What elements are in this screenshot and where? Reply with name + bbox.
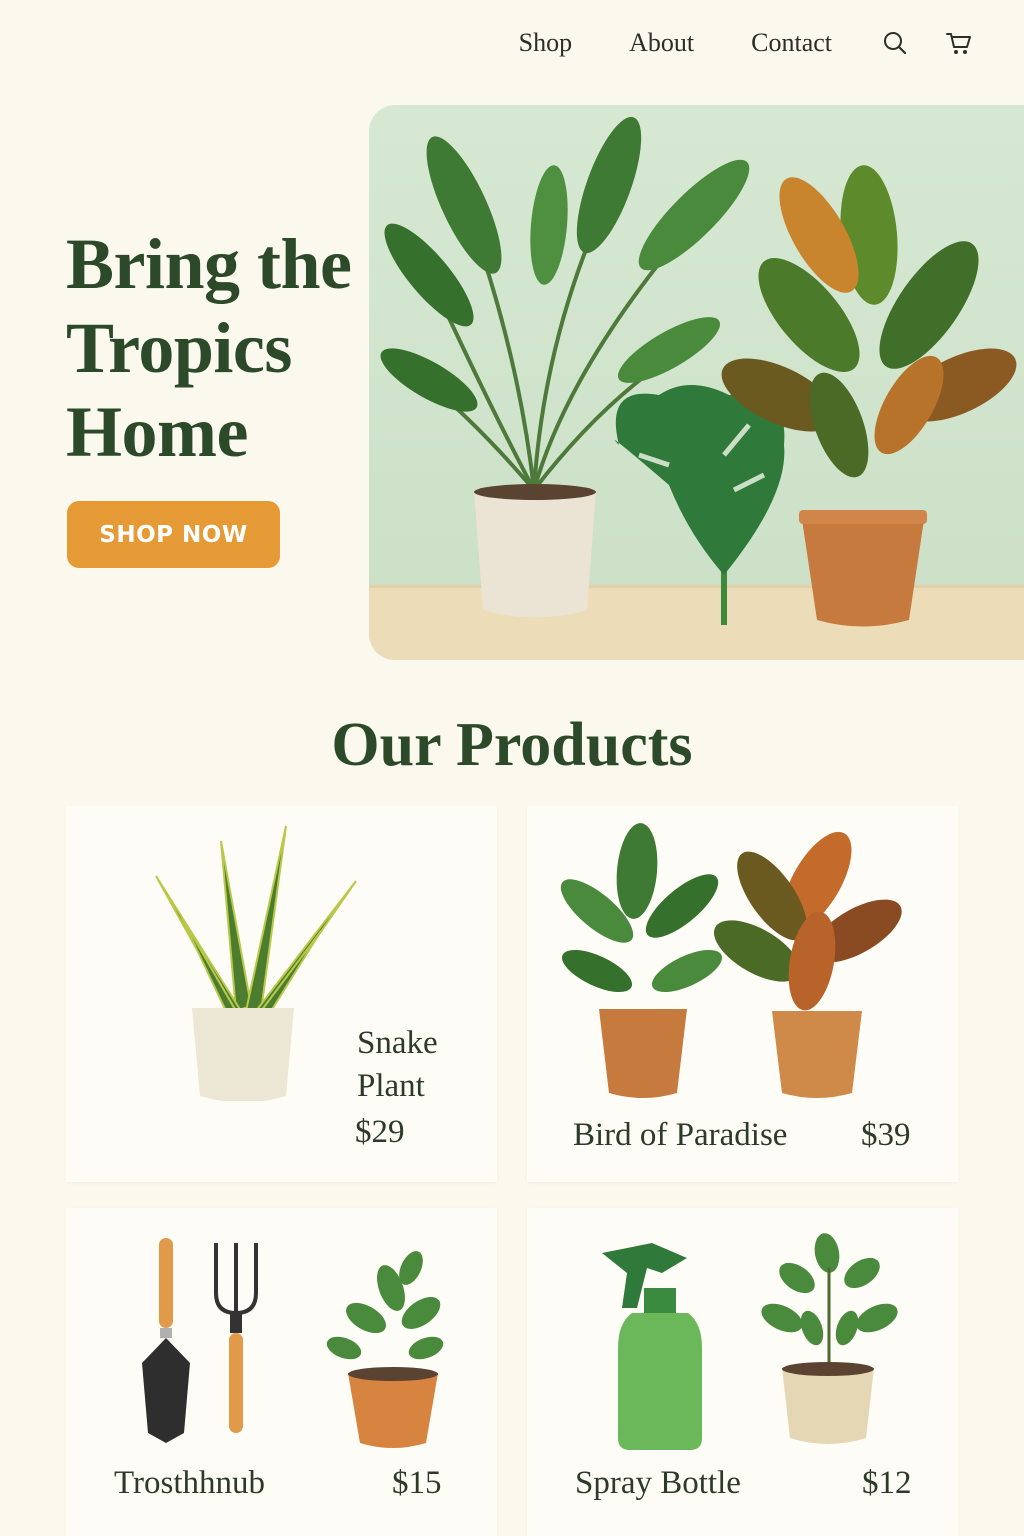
nav-link-contact[interactable]: Contact xyxy=(751,28,832,58)
shop-now-button[interactable]: SHOP NOW xyxy=(67,501,280,568)
spray-bottle-image xyxy=(602,1233,898,1450)
main-nav: Shop About Contact xyxy=(519,28,974,58)
product-name: Bird of Paradise xyxy=(573,1117,788,1153)
product-card-trosthhnub[interactable]: Trosthhnub $15 xyxy=(66,1208,497,1536)
bird-of-paradise-image xyxy=(560,823,902,1098)
product-name: Snake Plant xyxy=(357,1025,438,1104)
garden-tools-image xyxy=(142,1238,444,1448)
product-price: $29 xyxy=(355,1114,405,1150)
product-price: $39 xyxy=(861,1117,911,1153)
snake-plant-image xyxy=(155,825,357,1101)
search-icon[interactable] xyxy=(880,28,910,58)
product-card-spray-bottle[interactable]: Spray Bottle $12 xyxy=(527,1208,958,1536)
nav-link-shop[interactable]: Shop xyxy=(519,28,572,58)
product-price: $15 xyxy=(392,1465,442,1501)
nav-link-about[interactable]: About xyxy=(629,28,694,58)
product-card-bird-of-paradise[interactable]: Bird of Paradise $39 xyxy=(527,806,958,1182)
hero-title: Bring the Tropics Home xyxy=(66,224,352,472)
product-price: $12 xyxy=(862,1465,912,1501)
product-card-snake-plant[interactable]: Snake Plant $29 xyxy=(66,806,497,1182)
product-name: Spray Bottle xyxy=(575,1465,741,1501)
cart-icon[interactable] xyxy=(944,28,974,58)
product-name: Trosthhnub xyxy=(114,1465,265,1501)
hero-image xyxy=(369,105,1024,660)
products-section-title: Our Products xyxy=(331,711,693,779)
